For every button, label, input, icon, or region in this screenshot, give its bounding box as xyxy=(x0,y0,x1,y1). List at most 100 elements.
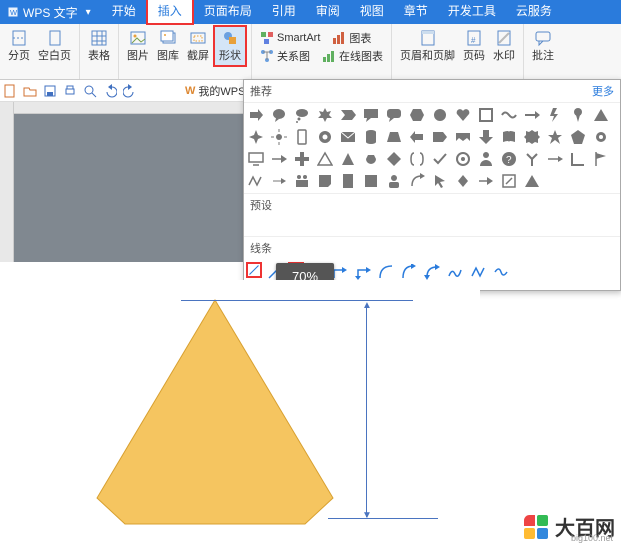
shape-arrow2-icon[interactable] xyxy=(271,151,287,167)
relation-button[interactable]: 关系图 在线图表 xyxy=(256,47,387,65)
comment-button[interactable]: 批注 xyxy=(528,27,558,65)
shape-corner-icon[interactable] xyxy=(570,151,586,167)
shape-question-icon[interactable]: ? xyxy=(501,151,517,167)
shape-ribbon-icon[interactable] xyxy=(455,129,471,145)
line-curve-arrow-icon[interactable] xyxy=(401,264,417,280)
pagenum-button[interactable]: # 页码 xyxy=(459,27,489,65)
shape-arrow-down-icon[interactable] xyxy=(478,129,494,145)
shape-plus-icon[interactable] xyxy=(294,151,310,167)
tab-insert[interactable]: 插入 xyxy=(146,0,194,25)
shape-gear-icon[interactable] xyxy=(593,129,609,145)
shapes-more-link[interactable]: 更多 xyxy=(592,83,614,99)
shape-tag-icon[interactable] xyxy=(432,129,448,145)
qat-undo-icon[interactable] xyxy=(103,84,117,98)
shape-trapezoid-icon[interactable] xyxy=(386,129,402,145)
line-freeform-icon[interactable] xyxy=(470,264,486,280)
shape-speech-round-icon[interactable] xyxy=(386,107,402,123)
tab-view[interactable]: 视图 xyxy=(350,0,394,25)
shape-arrow4-icon[interactable] xyxy=(478,173,494,189)
tab-pagelayout[interactable]: 页面布局 xyxy=(194,0,262,25)
shape-zigzag-icon[interactable] xyxy=(248,173,264,189)
line-straight-icon[interactable] xyxy=(246,262,262,278)
line-free-draw-icon[interactable] xyxy=(493,264,509,280)
watermark-button[interactable]: 水印 xyxy=(489,27,519,65)
shape-person-icon[interactable] xyxy=(478,151,494,167)
shape-circle-icon[interactable] xyxy=(432,107,448,123)
shape-note-icon[interactable] xyxy=(317,173,333,189)
shape-arrow-left-icon[interactable] xyxy=(409,129,425,145)
shape-hexagon-icon[interactable] xyxy=(409,107,425,123)
shape-doc-icon[interactable] xyxy=(340,173,356,189)
line-elbow-arrow-icon[interactable] xyxy=(332,264,348,280)
blankpage-button[interactable]: 空白页 xyxy=(34,27,75,65)
shape-arrow-split-icon[interactable] xyxy=(524,151,540,167)
shape-cursor-icon[interactable] xyxy=(432,173,448,189)
shape-people-icon[interactable] xyxy=(294,173,310,189)
shape-frame-icon[interactable] xyxy=(478,107,494,123)
qat-new-icon[interactable] xyxy=(3,84,17,98)
screenshot-button[interactable]: 截屏 xyxy=(183,27,213,65)
shape-bolt-icon[interactable] xyxy=(547,107,563,123)
tab-start[interactable]: 开始 xyxy=(102,0,146,25)
app-menu-arrow-icon[interactable]: ▾ xyxy=(82,7,95,18)
shape-badge-icon[interactable] xyxy=(524,129,540,145)
shape-pentagon-icon[interactable] xyxy=(570,129,586,145)
shape-pin-icon[interactable] xyxy=(570,107,586,123)
shape-square-icon[interactable] xyxy=(363,173,379,189)
shape-donut-icon[interactable] xyxy=(317,129,333,145)
shape-star4-icon[interactable] xyxy=(248,129,264,145)
shape-monitor-icon[interactable] xyxy=(248,151,264,167)
line-elbow-double-icon[interactable] xyxy=(355,264,371,280)
shape-arrow-curve-icon[interactable] xyxy=(409,173,425,189)
shape-phone-icon[interactable] xyxy=(294,129,310,145)
shape-bracket-icon[interactable] xyxy=(409,151,425,167)
line-scribble-icon[interactable] xyxy=(447,264,463,280)
shape-diamond2-icon[interactable] xyxy=(455,173,471,189)
tab-review[interactable]: 审阅 xyxy=(306,0,350,25)
tab-devtools[interactable]: 开发工具 xyxy=(438,0,506,25)
shape-user-icon[interactable] xyxy=(386,173,402,189)
tab-reference[interactable]: 引用 xyxy=(262,0,306,25)
shape-triangle-icon[interactable] xyxy=(593,107,609,123)
shape-speech-oval-icon[interactable] xyxy=(271,107,287,123)
shape-star5-icon[interactable] xyxy=(547,129,563,145)
tab-cloud[interactable]: 云服务 xyxy=(506,0,562,25)
qat-print-icon[interactable] xyxy=(63,84,77,98)
shape-flag-icon[interactable] xyxy=(593,151,609,167)
line-curve-double-icon[interactable] xyxy=(424,264,440,280)
qat-preview-icon[interactable] xyxy=(83,84,97,98)
shape-arrow3-icon[interactable] xyxy=(271,173,287,189)
shape-check-icon[interactable] xyxy=(432,151,448,167)
shapes-button[interactable]: 形状 xyxy=(213,25,247,67)
smartart-button[interactable]: SmartArt 图表 xyxy=(256,29,375,47)
wps-home-tab[interactable]: W 我的WPS xyxy=(179,83,251,99)
shape-moneybag-icon[interactable] xyxy=(363,151,379,167)
paginate-button[interactable]: 分页 xyxy=(4,27,34,65)
shape-burst-icon[interactable] xyxy=(317,107,333,123)
table-button[interactable]: 表格 xyxy=(84,27,114,65)
qat-redo-icon[interactable] xyxy=(123,84,137,98)
qat-open-icon[interactable] xyxy=(23,84,37,98)
qat-save-icon[interactable] xyxy=(43,84,57,98)
shape-target-icon[interactable] xyxy=(455,151,471,167)
shape-connector-icon[interactable] xyxy=(547,151,563,167)
shape-arrow-right-icon[interactable] xyxy=(248,107,264,123)
gallery-button[interactable]: 图库 xyxy=(153,27,183,65)
shape-book-icon[interactable] xyxy=(501,129,517,145)
tab-chapter[interactable]: 章节 xyxy=(394,0,438,25)
shape-mail-icon[interactable] xyxy=(340,129,356,145)
shape-heart-icon[interactable] xyxy=(455,107,471,123)
pentagon-shape[interactable] xyxy=(85,298,345,528)
shape-speech-rect-icon[interactable] xyxy=(363,107,379,123)
shape-sun-icon[interactable] xyxy=(271,129,287,145)
shape-wave-icon[interactable] xyxy=(501,107,517,123)
shape-speech-cloud-icon[interactable] xyxy=(294,107,310,123)
headerfooter-button[interactable]: 页眉和页脚 xyxy=(396,27,459,65)
shape-triangle2-icon[interactable] xyxy=(317,151,333,167)
line-curve-icon[interactable] xyxy=(378,264,394,280)
shape-diamond-icon[interactable] xyxy=(386,151,402,167)
shape-triangle-up-icon[interactable] xyxy=(340,151,356,167)
shape-warn-icon[interactable] xyxy=(524,173,540,189)
shape-cylinder-icon[interactable] xyxy=(363,129,379,145)
picture-button[interactable]: 图片 xyxy=(123,27,153,65)
